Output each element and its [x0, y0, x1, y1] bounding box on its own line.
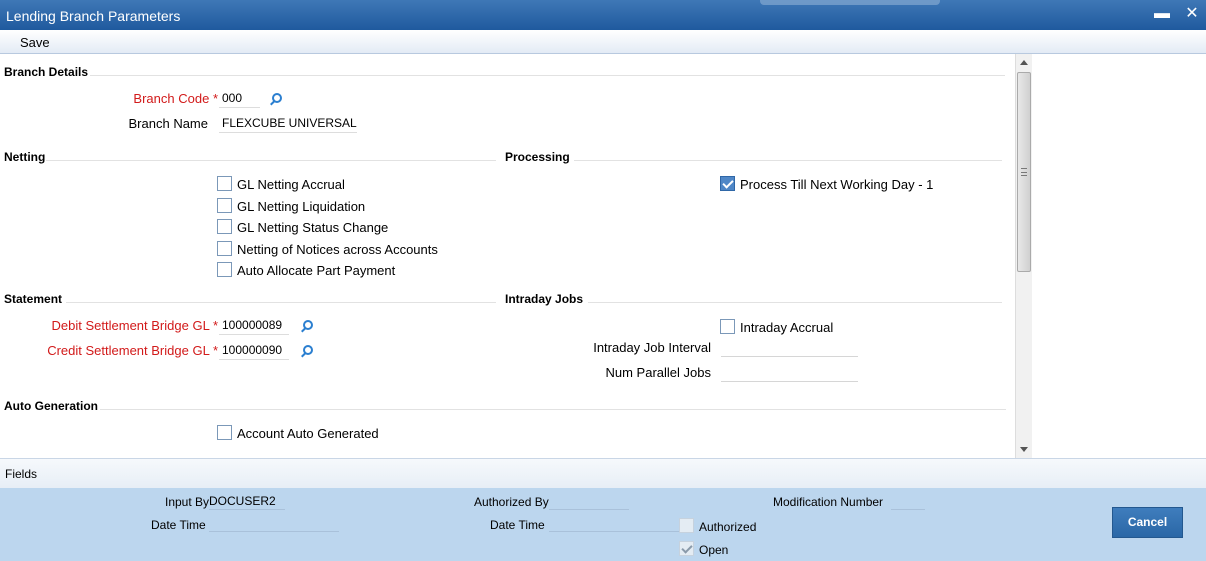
cancel-button[interactable]: Cancel — [1112, 507, 1183, 538]
debit-settlement-bridge-gl-label: Debit Settlement Bridge GL * — [51, 318, 218, 333]
account-auto-generated-label: Account Auto Generated — [237, 426, 379, 441]
branch-name-label: Branch Name — [128, 116, 208, 131]
gl-netting-accrual-label: GL Netting Accrual — [237, 177, 345, 192]
form-content: Branch Details Branch Code * 000 Branch … — [0, 54, 1015, 458]
content-scrollbar[interactable] — [1015, 54, 1032, 458]
credit-settlement-bridge-gl-field[interactable]: 100000090 — [219, 340, 289, 360]
modification-number-value — [891, 494, 925, 510]
process-till-next-working-day-checkbox[interactable] — [720, 176, 735, 191]
authorized-checkbox — [679, 518, 694, 533]
authorized-label: Authorized — [699, 520, 757, 534]
auto-allocate-part-payment-label: Auto Allocate Part Payment — [237, 263, 396, 278]
window-tab-indicator — [760, 0, 940, 5]
num-parallel-jobs-input[interactable] — [721, 362, 858, 382]
gl-netting-liquidation-checkbox[interactable] — [217, 198, 232, 213]
modification-number-label: Modification Number — [773, 495, 884, 509]
auto-generation-heading: Auto Generation — [4, 399, 99, 413]
branch-details-heading: Branch Details — [4, 65, 89, 79]
credit-gl-search-icon[interactable] — [300, 344, 314, 358]
authorized-by-value — [549, 494, 629, 510]
open-label: Open — [699, 543, 729, 557]
process-till-next-working-day-label: Process Till Next Working Day - 1 — [740, 177, 934, 192]
grip-icon — [1021, 168, 1027, 176]
section-divider — [66, 302, 496, 303]
branch-code-label: Branch Code * — [133, 91, 218, 106]
open-checkbox — [679, 541, 694, 556]
save-button[interactable]: Save — [20, 35, 50, 50]
section-divider — [100, 409, 1006, 410]
date-time-value — [209, 516, 339, 532]
minimize-icon[interactable]: ▬ — [1152, 4, 1172, 24]
toolbar: Save — [0, 30, 1206, 54]
intraday-accrual-label: Intraday Accrual — [740, 320, 834, 335]
fields-link[interactable]: Fields — [5, 467, 37, 481]
section-divider — [46, 160, 496, 161]
branch-code-search-icon[interactable] — [269, 92, 283, 106]
section-divider — [90, 75, 1005, 76]
authorized-by-label: Authorized By — [474, 495, 549, 509]
num-parallel-jobs-label: Num Parallel Jobs — [605, 365, 712, 380]
date-time-label: Date Time — [151, 518, 206, 532]
authorized-date-time-value — [549, 516, 679, 532]
audit-footer: Input By DOCUSER2 Date Time Authorized B… — [0, 488, 1206, 561]
scroll-down-icon[interactable] — [1020, 447, 1028, 452]
section-divider — [588, 302, 1002, 303]
intraday-job-interval-label: Intraday Job Interval — [593, 340, 711, 355]
netting-of-notices-label: Netting of Notices across Accounts — [237, 242, 438, 257]
netting-heading: Netting — [4, 150, 46, 164]
branch-name-field: FLEXCUBE UNIVERSAL — [219, 113, 357, 133]
debit-gl-search-icon[interactable] — [300, 319, 314, 333]
statement-heading: Statement — [4, 292, 63, 306]
intraday-jobs-heading: Intraday Jobs — [505, 292, 584, 306]
gl-netting-status-change-checkbox[interactable] — [217, 219, 232, 234]
intraday-accrual-checkbox[interactable] — [720, 319, 735, 334]
section-divider — [574, 160, 1002, 161]
input-by-value: DOCUSER2 — [209, 494, 285, 510]
processing-heading: Processing — [505, 150, 570, 164]
netting-of-notices-checkbox[interactable] — [217, 241, 232, 256]
window-title: Lending Branch Parameters — [6, 8, 181, 24]
scroll-thumb[interactable] — [1017, 72, 1031, 272]
branch-code-field[interactable]: 000 — [219, 88, 260, 108]
input-by-label: Input By — [165, 495, 210, 509]
credit-settlement-bridge-gl-label: Credit Settlement Bridge GL * — [47, 343, 218, 358]
scroll-up-icon[interactable] — [1020, 60, 1028, 65]
gl-netting-accrual-checkbox[interactable] — [217, 176, 232, 191]
debit-settlement-bridge-gl-field[interactable]: 100000089 — [219, 315, 289, 335]
gl-netting-status-change-label: GL Netting Status Change — [237, 220, 389, 235]
intraday-job-interval-input[interactable] — [721, 337, 858, 357]
gl-netting-liquidation-label: GL Netting Liquidation — [237, 199, 366, 214]
auto-allocate-part-payment-checkbox[interactable] — [217, 262, 232, 277]
account-auto-generated-checkbox[interactable] — [217, 425, 232, 440]
close-icon[interactable]: ✕ — [1182, 4, 1202, 24]
title-bar: Lending Branch Parameters ▬ ✕ — [0, 0, 1206, 30]
fields-bar: Fields — [0, 458, 1206, 488]
authorized-date-time-label: Date Time — [490, 518, 545, 532]
